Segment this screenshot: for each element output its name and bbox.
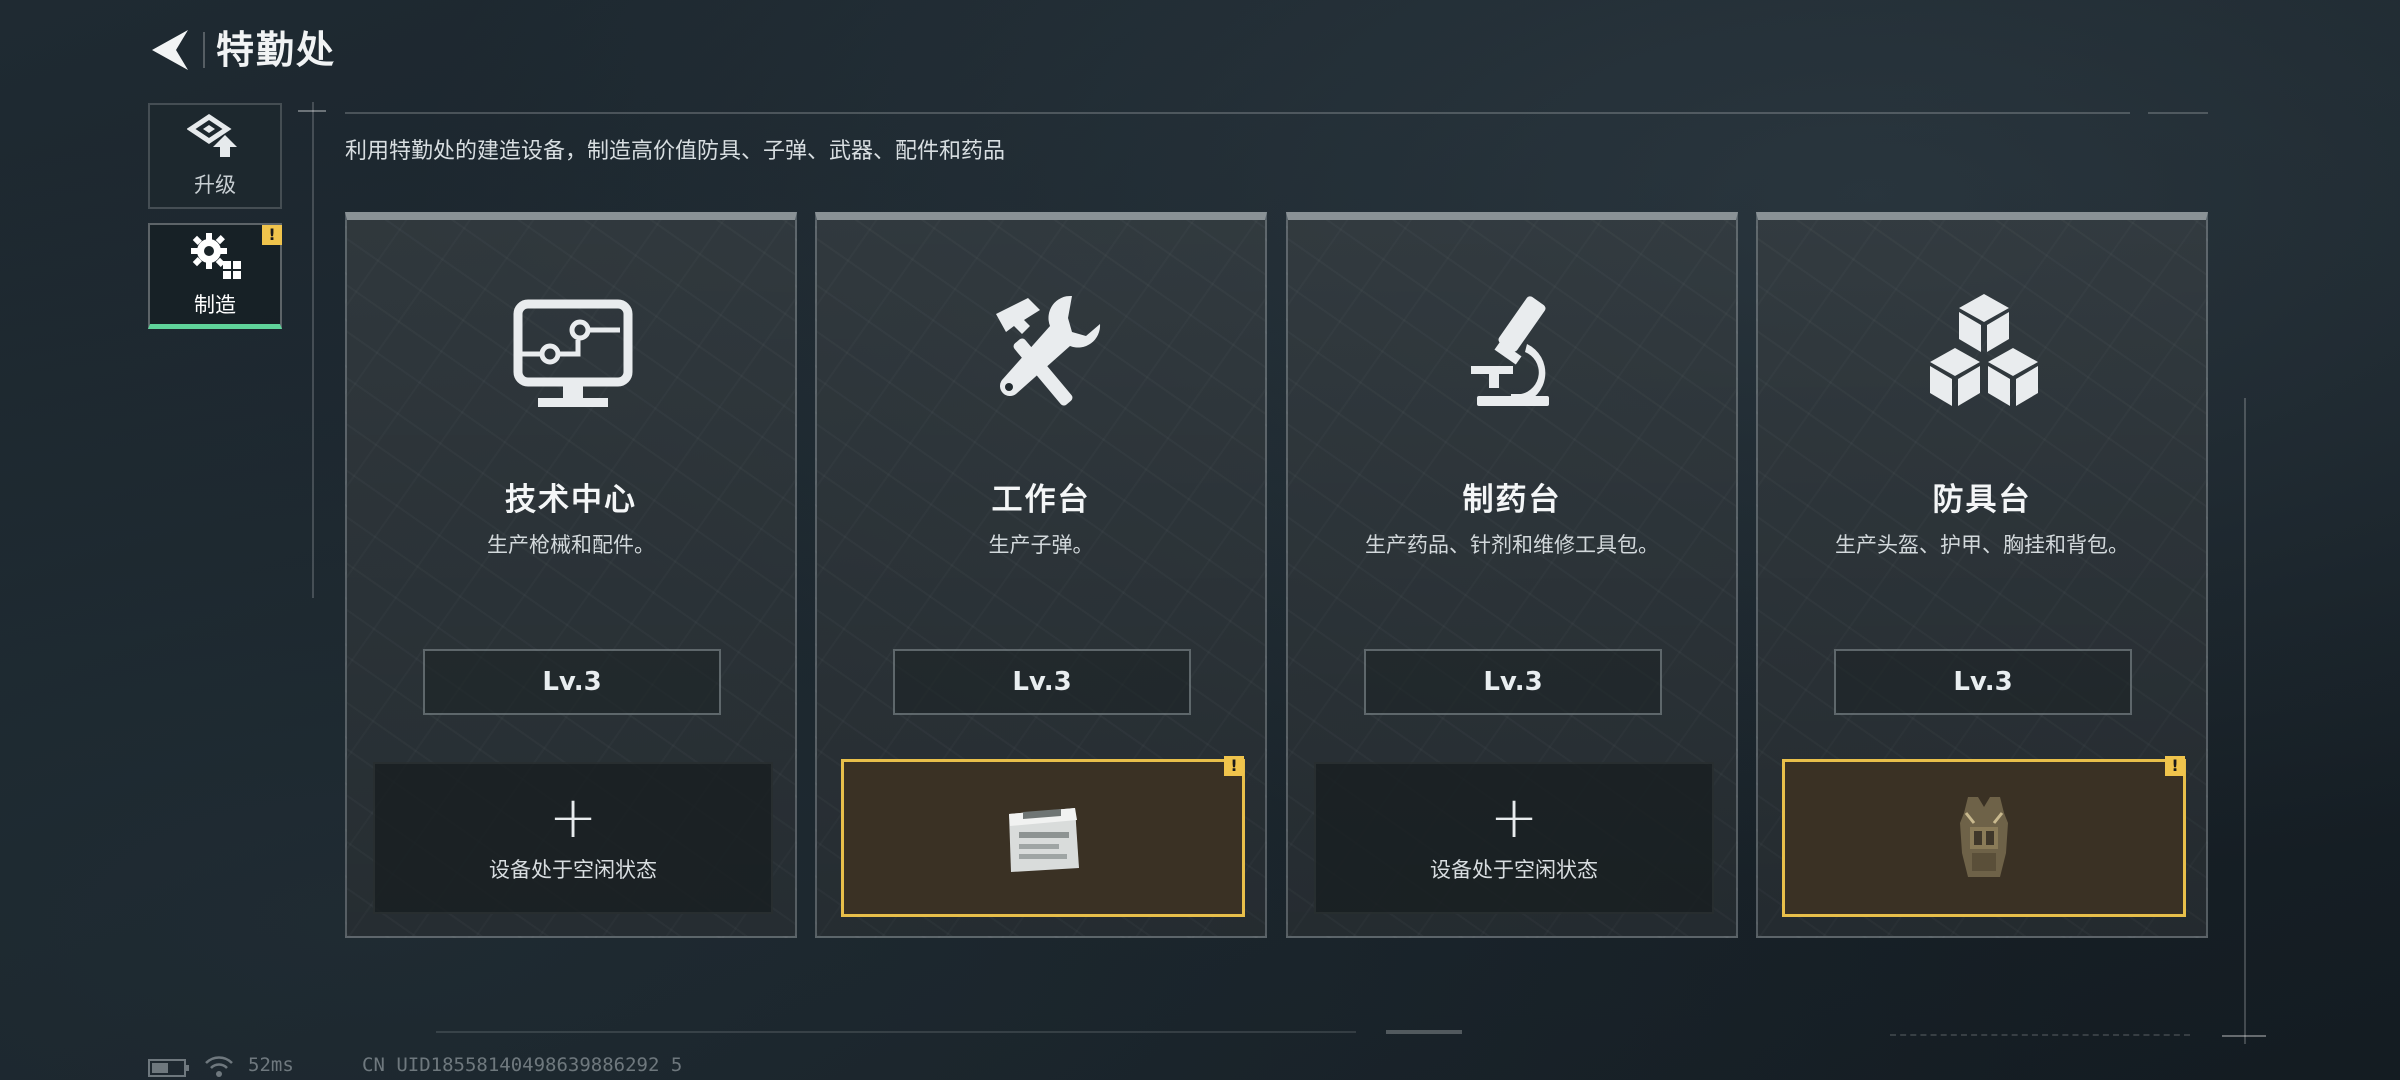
ammo-box-icon [1009, 808, 1079, 872]
frame-line-right [2244, 398, 2246, 1044]
card-tech-center[interactable]: 技术中心 生产枪械和配件。 Lv.3 + 设备处于空闲状态 [345, 212, 797, 938]
production-slot-active[interactable]: ! [841, 756, 1245, 917]
plus-icon: + [1489, 783, 1539, 851]
production-slot-idle[interactable]: + 设备处于空闲状态 [373, 762, 773, 914]
idle-status-text: 设备处于空闲状态 [489, 858, 657, 882]
header-divider [203, 32, 205, 68]
card-armor-bench[interactable]: 防具台 生产头盔、护甲、胸挂和背包。 Lv.3 ! [1756, 212, 2208, 938]
frame-cross-bottom-right [2222, 1035, 2266, 1037]
wifi-icon [205, 1056, 233, 1077]
tab-upgrade-label: 升级 [194, 173, 236, 197]
cubes-icon [1930, 294, 2038, 406]
card-title: 技术中心 [505, 482, 637, 518]
card-description: 生产枪械和配件。 [487, 533, 655, 557]
frame-cross-top-left [298, 110, 326, 112]
back-arrow-icon [152, 30, 188, 70]
frame-line-bottom [436, 1031, 1356, 1033]
frame-line-top [345, 112, 2130, 114]
ping-readout: 52ms [248, 1054, 294, 1076]
card-description: 生产药品、针剂和维修工具包。 [1365, 533, 1659, 557]
player-uid: CN UID18558140498639886292 5 [362, 1054, 683, 1076]
armor-vest-icon [1960, 797, 2008, 877]
gear-build-icon [191, 232, 241, 279]
plus-icon: + [548, 783, 598, 851]
page-description: 利用特勤处的建造设备，制造高价值防具、子弹、武器、配件和药品 [345, 139, 1006, 164]
production-slot-idle[interactable]: + 设备处于空闲状态 [1314, 762, 1714, 914]
card-pharmacy[interactable]: 制药台 生产药品、针剂和维修工具包。 Lv.3 + 设备处于空闲状态 [1286, 212, 1738, 938]
production-slot-active[interactable]: ! [1782, 756, 2186, 917]
tab-manufacture-label: 制造 [194, 292, 236, 317]
upgrade-icon [187, 113, 237, 157]
level-badge: Lv.3 [423, 649, 721, 715]
back-button[interactable] [146, 24, 192, 76]
level-badge: Lv.3 [1364, 649, 1662, 715]
card-description: 生产头盔、护甲、胸挂和背包。 [1835, 533, 2129, 557]
page-title: 特勤处 [216, 28, 337, 72]
card-title: 制药台 [1462, 482, 1562, 518]
tab-manufacture[interactable]: ! 制造 [148, 223, 282, 329]
frame-line-left [312, 102, 314, 598]
level-badge: Lv.3 [893, 649, 1191, 715]
tab-upgrade[interactable]: 升级 [148, 103, 282, 209]
frame-line-top-right [2148, 112, 2208, 114]
battery-icon [148, 1059, 189, 1077]
monitor-circuit-icon [513, 299, 633, 407]
card-workbench[interactable]: 工作台 生产子弹。 Lv.3 ! [815, 212, 1267, 938]
card-description: 生产子弹。 [988, 533, 1094, 557]
card-title: 防具台 [1932, 482, 2032, 518]
alert-badge: ! [1224, 756, 1244, 776]
card-title: 工作台 [991, 482, 1091, 518]
level-badge: Lv.3 [1834, 649, 2132, 715]
microscope-icon [1471, 296, 1549, 406]
frame-line-bottom-segment [1386, 1030, 1462, 1034]
hammer-wrench-icon [996, 295, 1101, 406]
frame-line-bottom-dashed [1890, 1034, 2190, 1036]
idle-status-text: 设备处于空闲状态 [1430, 858, 1598, 882]
alert-badge: ! [2165, 756, 2185, 776]
alert-badge: ! [262, 225, 282, 245]
